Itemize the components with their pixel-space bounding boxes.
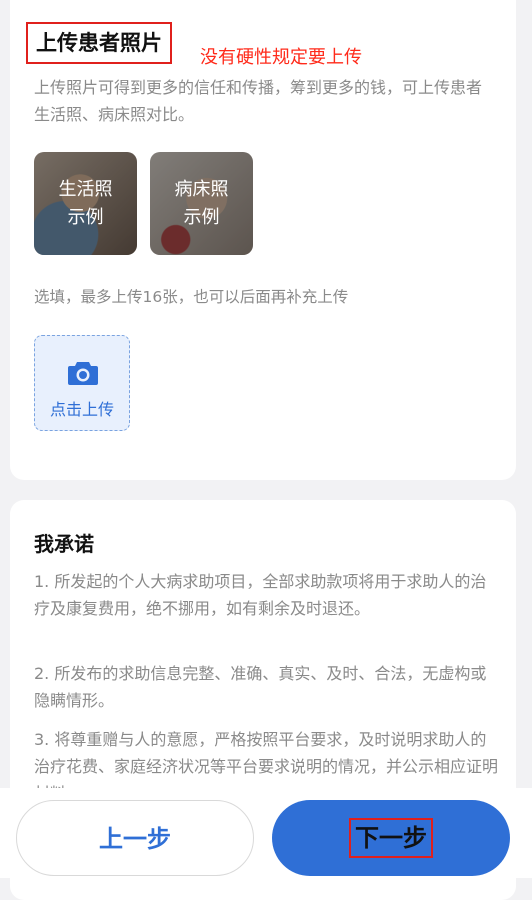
example-label-title: 病床照	[174, 179, 229, 200]
upload-photo-button[interactable]: 点击上传	[34, 335, 130, 431]
next-step-button[interactable]: 下一步	[272, 800, 510, 876]
example-label-sub: 示例	[183, 207, 220, 228]
camera-icon	[68, 362, 98, 385]
example-label-sub: 示例	[67, 207, 104, 228]
life-photo-example[interactable]: 生活照 示例	[34, 152, 137, 255]
bottom-action-bar: 上一步 下一步	[0, 788, 532, 878]
promise-item: 2. 所发布的求助信息完整、准确、真实、及时、合法，无虚构或隐瞒情形。	[34, 664, 487, 710]
hospital-photo-example[interactable]: 病床照 示例	[150, 152, 253, 255]
example-label-title: 生活照	[58, 179, 113, 200]
annotation-note: 没有硬性规定要上传	[200, 47, 362, 68]
photo-description: 上传照片可得到更多的信任和传播，筹到更多的钱，可上传患者生活照、病床照对比。	[34, 78, 483, 124]
section-title: 上传患者照片	[26, 22, 172, 64]
promise-item: 1. 所发起的个人大病求助项目，全部求助款项将用于求助人的治疗及康复费用，绝不挪…	[34, 572, 487, 618]
promise-title: 我承诺	[34, 532, 94, 556]
photo-upload-card: 上传患者照片 没有硬性规定要上传 上传照片可得到更多的信任和传播，筹到更多的钱，…	[10, 0, 516, 480]
upload-hint: 选填，最多上传16张，也可以后面再补充上传	[34, 288, 349, 306]
previous-step-label: 上一步	[99, 825, 171, 853]
next-step-label: 下一步	[349, 818, 433, 858]
upload-label: 点击上传	[49, 400, 114, 419]
previous-step-button[interactable]: 上一步	[16, 800, 254, 876]
